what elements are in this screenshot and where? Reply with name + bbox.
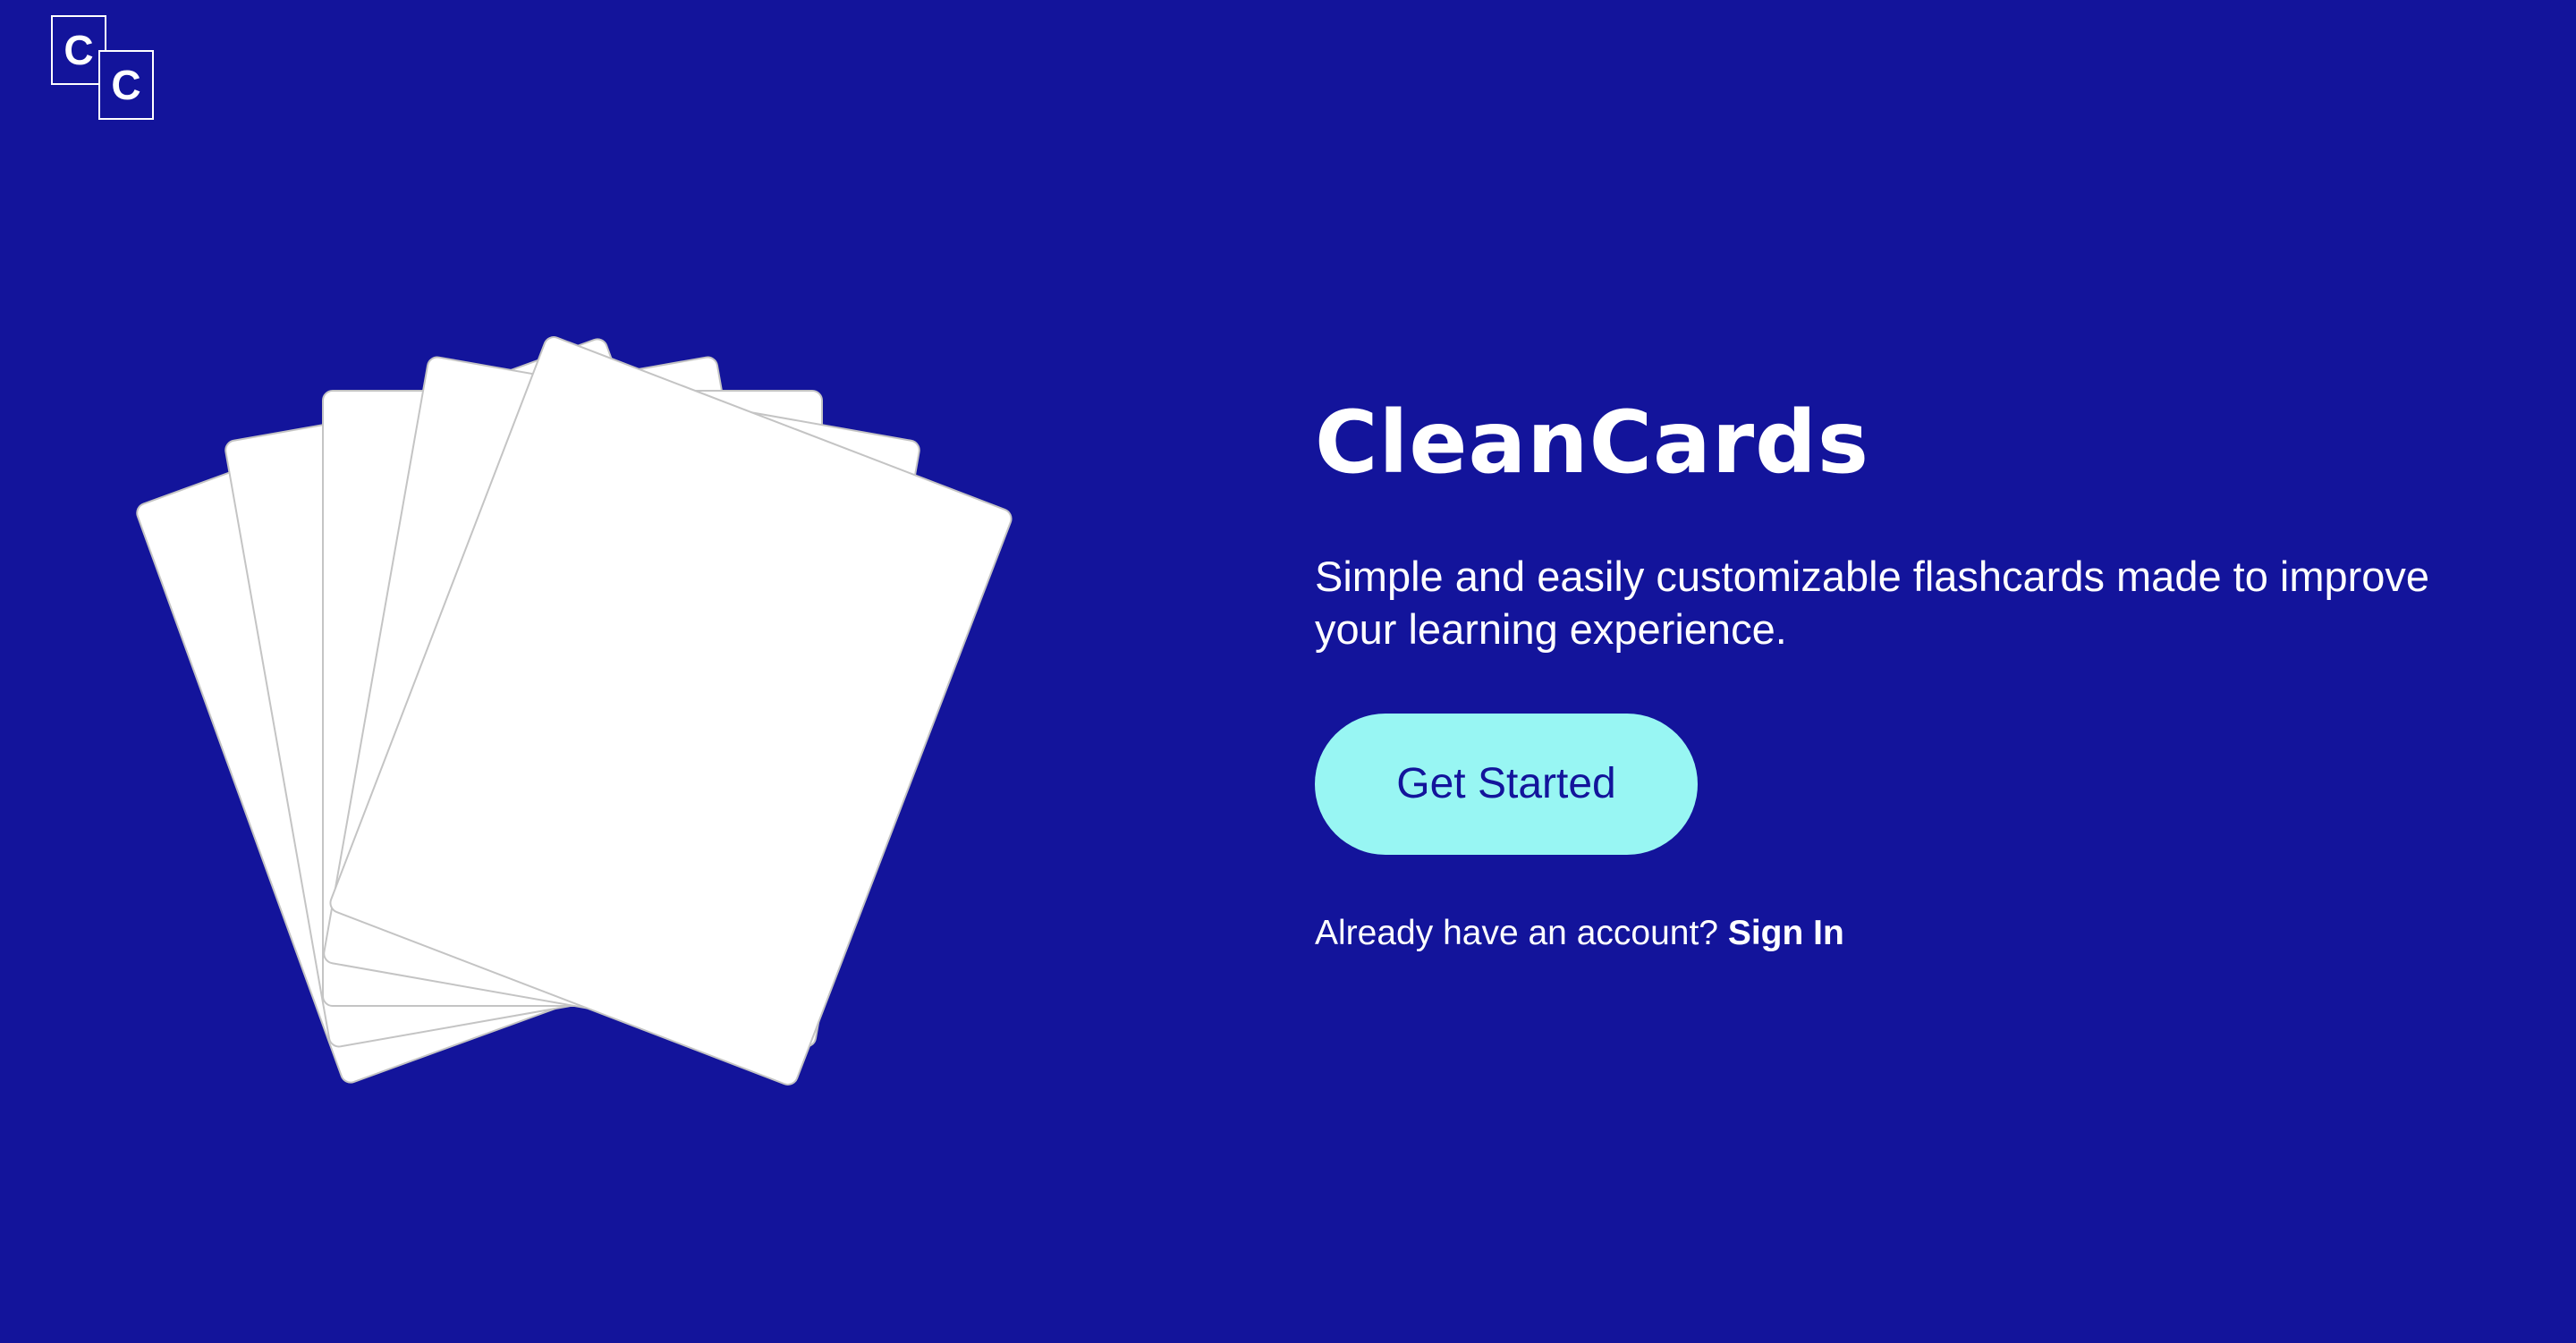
tagline: Simple and easily customizable flashcard… xyxy=(1315,553,2430,654)
signin-row: Already have an account? Sign In xyxy=(1315,914,2504,953)
logo-letter: C xyxy=(64,27,94,73)
cleancards-logo-icon[interactable]: C C xyxy=(51,15,158,122)
sign-in-link[interactable]: Sign In xyxy=(1728,914,1844,952)
logo-letter-box: C xyxy=(98,50,154,120)
logo-letter: C xyxy=(111,62,141,108)
hero-section: CleanCards Simple and easily customizabl… xyxy=(1315,393,2504,953)
page-title: CleanCards xyxy=(1315,393,1870,493)
signin-prompt: Already have an account? xyxy=(1315,913,1718,952)
flashcard-fan-illustration xyxy=(132,313,1109,1089)
get-started-button[interactable]: Get Started xyxy=(1315,713,1698,855)
